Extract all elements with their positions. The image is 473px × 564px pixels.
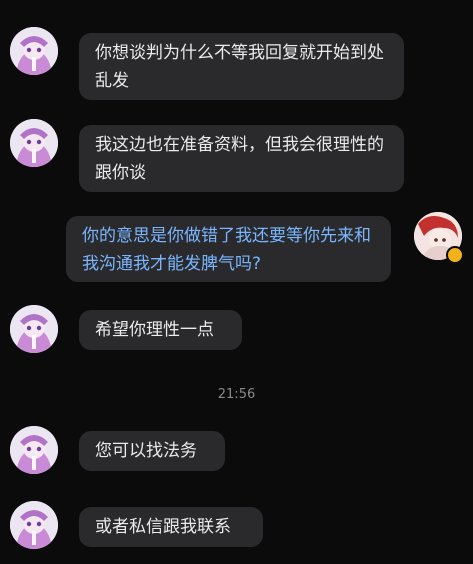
- message-text: 我这边也在准备资料，但我会很理性的跟你谈: [95, 135, 384, 183]
- message-bubble[interactable]: 我这边也在准备资料，但我会很理性的跟你谈: [79, 125, 404, 192]
- verified-badge-icon: [446, 246, 464, 264]
- contact-avatar[interactable]: [10, 119, 58, 167]
- message-bubble[interactable]: 你想谈判为什么不等我回复就开始到处乱发: [79, 33, 404, 100]
- message-text: 你想谈判为什么不等我回复就开始到处乱发: [95, 43, 384, 91]
- message-bubble[interactable]: 或者私信跟我联系: [79, 507, 263, 547]
- message-bubble[interactable]: 您可以找法务: [79, 431, 225, 471]
- contact-avatar[interactable]: [10, 501, 58, 549]
- message-bubble[interactable]: 希望你理性一点: [79, 310, 242, 350]
- message-bubble-mine[interactable]: 你的意思是你做错了我还要等你先来和我沟通我才能发脾气吗?: [66, 216, 391, 282]
- contact-avatar[interactable]: [10, 27, 58, 75]
- message-timestamp: 21:56: [217, 387, 256, 402]
- anime-avatar-icon: [10, 426, 58, 474]
- message-text: 您可以找法务: [95, 441, 197, 461]
- contact-avatar[interactable]: [10, 305, 58, 353]
- anime-avatar-icon: [10, 119, 58, 167]
- message-text: 希望你理性一点: [95, 320, 214, 340]
- anime-avatar-icon: [10, 501, 58, 549]
- contact-avatar[interactable]: [10, 426, 58, 474]
- message-text: 或者私信跟我联系: [95, 517, 231, 537]
- anime-avatar-icon: [10, 305, 58, 353]
- anime-avatar-icon: [10, 27, 58, 75]
- message-text: 你的意思是你做错了我还要等你先来和我沟通我才能发脾气吗?: [82, 226, 371, 274]
